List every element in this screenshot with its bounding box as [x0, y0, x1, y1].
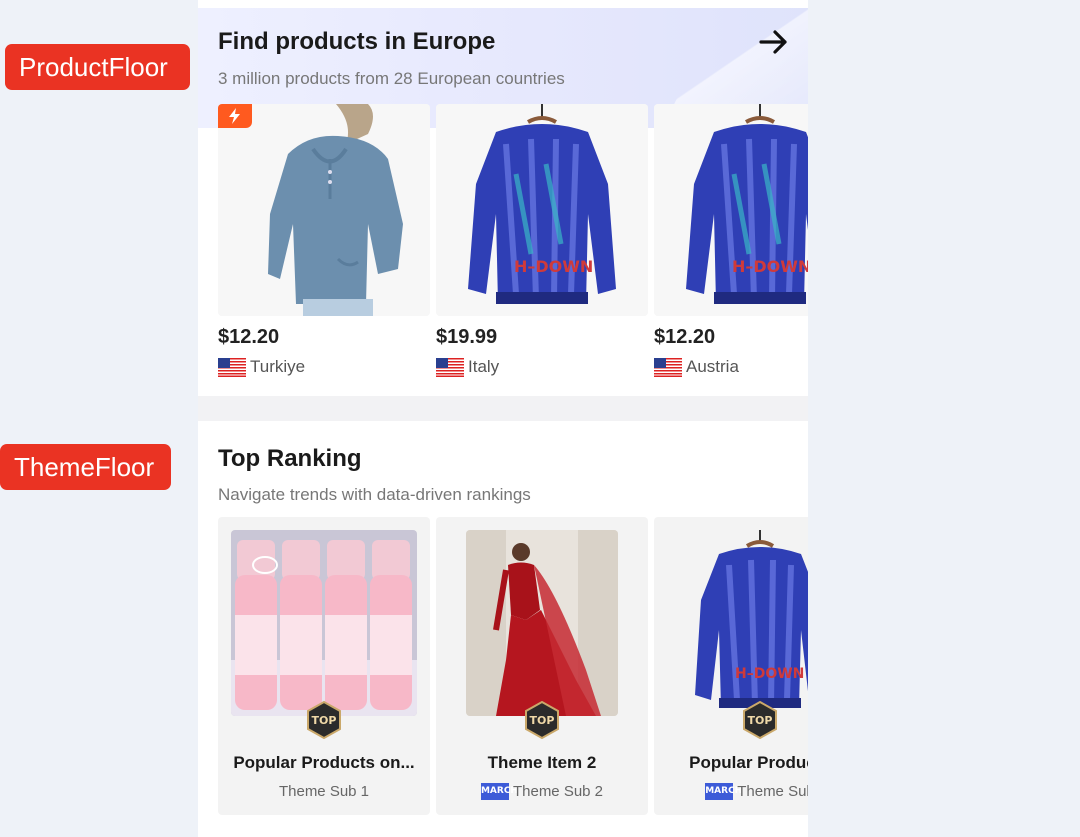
- product-card[interactable]: $12.20 Turkiye: [218, 104, 430, 377]
- march-tag-icon: MARCH: [705, 783, 742, 800]
- product-origin: Italy: [436, 357, 648, 377]
- svg-text:H–DOWN: H–DOWN: [732, 257, 808, 276]
- theme-floor-title: Top Ranking: [218, 445, 362, 472]
- top-rank-badge: TOP: [307, 701, 341, 739]
- svg-text:H–DOWN: H–DOWN: [735, 666, 804, 682]
- arrow-right-icon[interactable]: [758, 26, 790, 58]
- product-price: $12.20: [654, 326, 716, 348]
- theme-item-subtitle: Theme Sub 1: [278, 783, 370, 800]
- product-origin: Turkiye: [218, 357, 430, 377]
- product-image-sequin-jacket: H–DOWN: [654, 104, 808, 316]
- theme-item-name: Popular Products on...: [233, 753, 415, 772]
- product-origin: Austria: [654, 357, 808, 377]
- product-country: Turkiye: [250, 357, 306, 376]
- product-floor-label: ProductFloor: [5, 44, 190, 90]
- product-price: $19.99: [436, 326, 498, 348]
- product-price: $12.20: [218, 326, 280, 348]
- svg-text:H–DOWN: H–DOWN: [514, 257, 593, 276]
- us-flag-icon: [436, 357, 464, 377]
- product-country: Italy: [468, 357, 500, 376]
- product-floor-title: Find products in Europe: [218, 28, 496, 55]
- theme-image-red-saree: [466, 530, 618, 716]
- svg-text:TOP: TOP: [530, 714, 555, 727]
- product-image-hoodie: [218, 104, 430, 316]
- product-floor: Find products in Europe 3 million produc…: [198, 8, 808, 396]
- theme-floor-subtitle: Navigate trends with data-driven ranking…: [218, 485, 531, 504]
- product-floor-subtitle: 3 million products from 28 European coun…: [218, 69, 565, 88]
- top-rank-badge: TOP: [743, 701, 777, 739]
- theme-card[interactable]: TOP Theme Item 2 MARCH Theme Sub 2: [436, 517, 648, 815]
- top-rank-badge: TOP: [525, 701, 559, 739]
- phone-screen: Find products in Europe 3 million produc…: [198, 0, 808, 837]
- bottom-strip: [198, 831, 808, 837]
- theme-floor: Top Ranking Navigate trends with data-dr…: [198, 421, 808, 831]
- product-card[interactable]: H–DOWN $12.20 Austria: [654, 104, 808, 377]
- us-flag-icon: [654, 357, 682, 377]
- theme-floor-label: ThemeFloor: [0, 444, 171, 490]
- top-strip: [198, 0, 808, 8]
- theme-card[interactable]: TOP Popular Products on... Theme Sub 1: [218, 517, 430, 815]
- theme-item-subtitle: MARCH Theme Sub 2: [480, 783, 604, 800]
- product-card[interactable]: H–DOWN $19.99 Italy: [436, 104, 648, 377]
- theme-image-bottles: [231, 530, 417, 716]
- theme-item-subtitle: MARCH Theme Sub: [705, 783, 808, 800]
- theme-item-name: Popular Products: [689, 753, 808, 772]
- march-tag-icon: MARCH: [480, 783, 518, 800]
- svg-text:TOP: TOP: [748, 714, 773, 727]
- svg-text:TOP: TOP: [312, 714, 337, 727]
- flash-deal-badge: [218, 104, 252, 128]
- theme-image-sequin-jacket: H–DOWN: [667, 530, 808, 716]
- theme-item-name: Theme Item 2: [487, 753, 597, 772]
- product-image-sequin-jacket: H–DOWN: [436, 104, 648, 316]
- theme-card[interactable]: H–DOWN TOP Popular Products MARCH Theme …: [654, 517, 808, 815]
- product-country: Austria: [686, 357, 739, 376]
- us-flag-icon: [218, 357, 246, 377]
